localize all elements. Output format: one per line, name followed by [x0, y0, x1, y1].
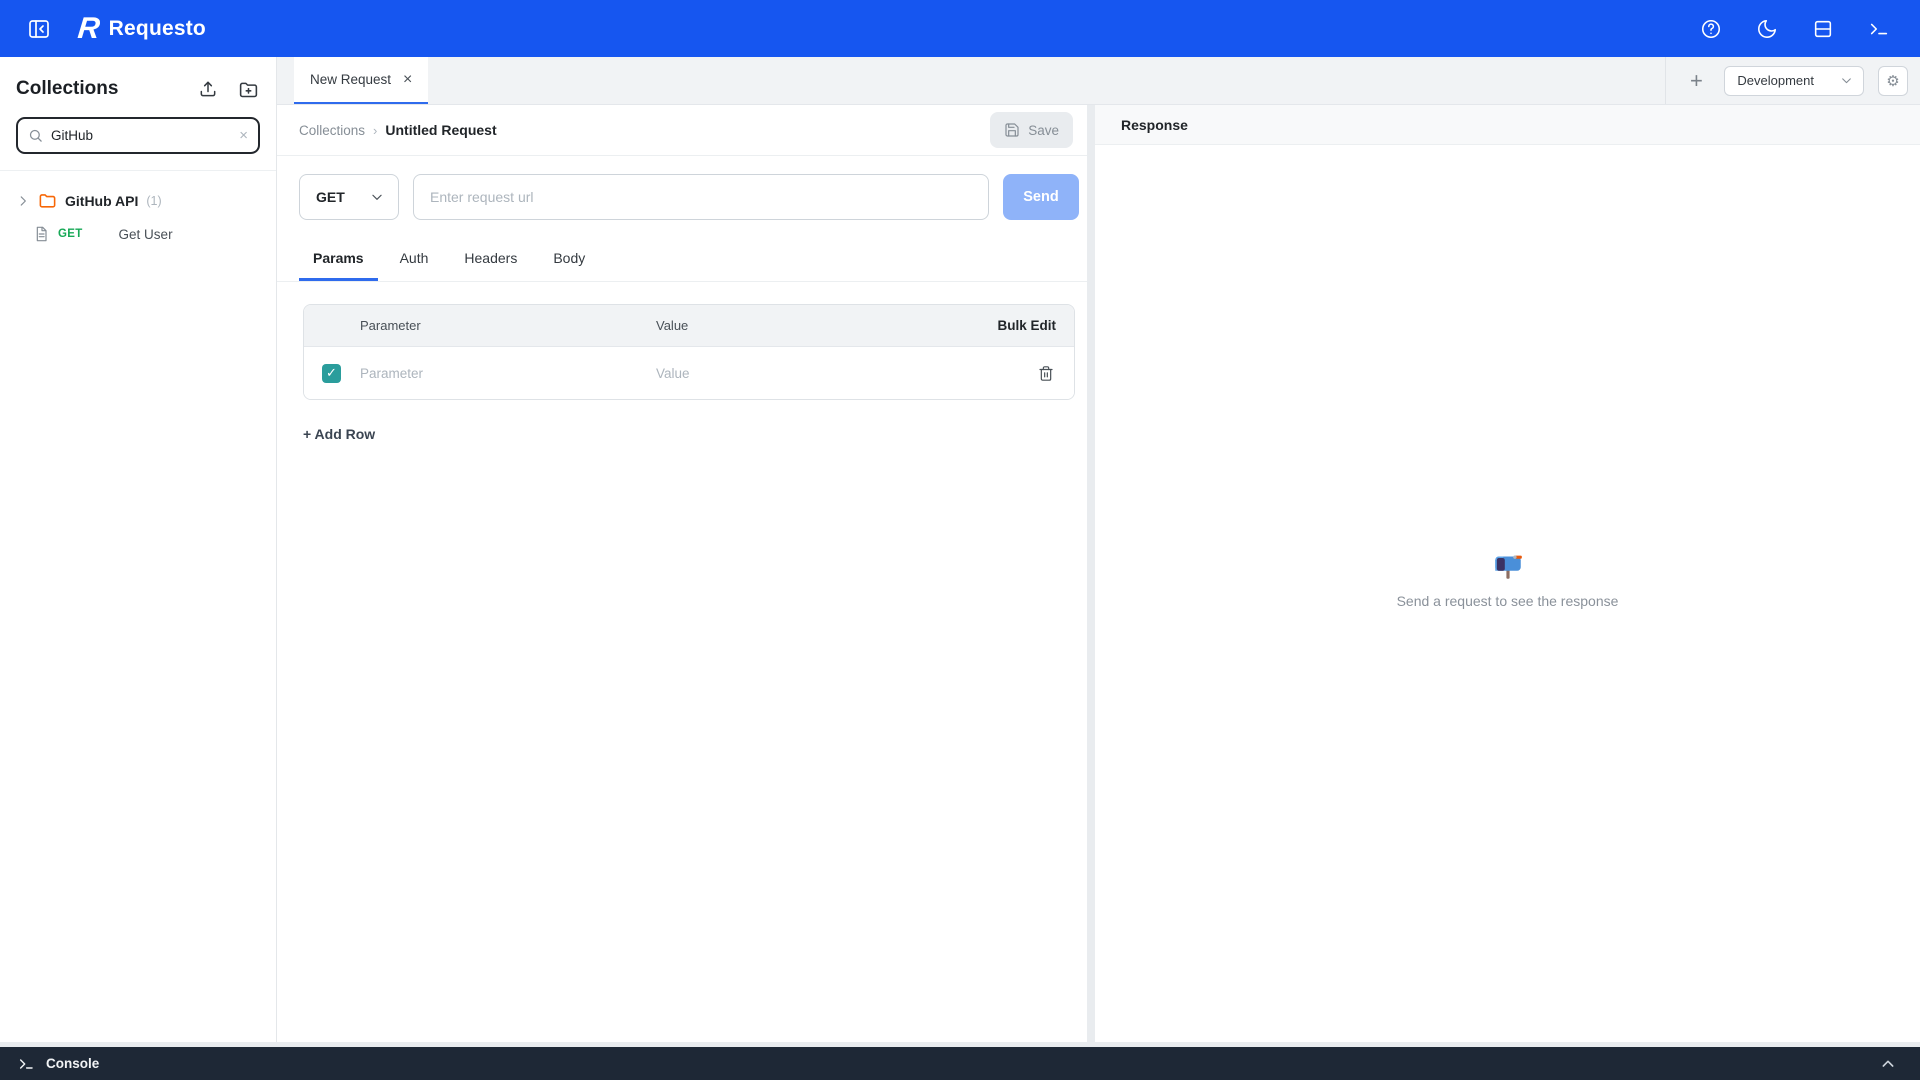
tab-auth[interactable]: Auth	[386, 238, 443, 281]
import-icon[interactable]	[196, 77, 220, 101]
method-select[interactable]: GET	[299, 174, 399, 220]
collection-search-box: ×	[16, 117, 260, 154]
tab-params[interactable]: Params	[299, 238, 378, 281]
collections-sidebar: Collections	[0, 57, 277, 1042]
chevron-right-icon	[16, 194, 30, 208]
breadcrumb-separator: ›	[373, 123, 377, 138]
mailbox-icon	[1491, 549, 1525, 583]
params-table: Parameter Value Bulk Edit ✓	[303, 304, 1075, 400]
folder-count: (1)	[146, 194, 161, 208]
new-collection-icon[interactable]	[236, 77, 260, 101]
chevron-down-icon	[370, 190, 384, 204]
response-empty-text: Send a request to see the response	[1397, 593, 1619, 609]
tree-request-get-user[interactable]: GET Get User	[16, 218, 260, 250]
param-row: ✓	[304, 347, 1074, 399]
request-method-badge: GET	[58, 228, 83, 240]
split-layout-icon[interactable]	[1806, 12, 1840, 46]
response-panel: Response	[1095, 105, 1920, 1042]
topbar-actions	[1694, 12, 1896, 46]
request-name: Get User	[119, 227, 173, 242]
help-icon[interactable]	[1694, 12, 1728, 46]
clear-search-icon[interactable]: ×	[239, 128, 248, 143]
breadcrumb-collections[interactable]: Collections	[299, 123, 365, 138]
add-row-button[interactable]: + Add Row	[303, 426, 375, 442]
breadcrumb: Collections › Untitled Request	[299, 122, 497, 138]
request-section-tabs: Params Auth Headers Body	[277, 238, 1087, 282]
app-title: Requesto	[109, 17, 206, 41]
close-tab-icon[interactable]: ×	[403, 72, 412, 88]
breadcrumb-row: Collections › Untitled Request	[277, 105, 1087, 156]
response-header: Response	[1095, 105, 1920, 145]
save-label: Save	[1028, 123, 1059, 138]
response-empty-state: Send a request to see the response	[1095, 145, 1920, 1042]
method-value: GET	[316, 189, 345, 205]
collections-title: Collections	[16, 78, 118, 100]
save-icon	[1004, 122, 1020, 138]
file-icon	[34, 226, 50, 242]
environment-select[interactable]: Development	[1724, 66, 1864, 96]
terminal-icon[interactable]	[1862, 12, 1896, 46]
environment-value: Development	[1737, 73, 1814, 88]
search-icon	[28, 128, 43, 143]
console-bar[interactable]: Console	[0, 1047, 1920, 1080]
save-button[interactable]: Save	[990, 112, 1073, 148]
workspace: New Request × + Development	[277, 57, 1920, 1042]
column-value: Value	[656, 318, 978, 333]
tabbar-controls: + Development ⚙	[1665, 57, 1920, 104]
new-tab-button[interactable]: +	[1682, 67, 1710, 95]
app-window: R Requesto	[0, 0, 1920, 1080]
top-bar: R Requesto	[0, 0, 1920, 57]
collections-tree: GitHub API (1) GET Get User	[16, 171, 260, 250]
folder-icon	[38, 191, 57, 210]
param-enabled-checkbox[interactable]: ✓	[322, 364, 341, 383]
url-input[interactable]	[413, 174, 989, 220]
chevron-down-icon	[1840, 74, 1853, 87]
tree-folder-github-api[interactable]: GitHub API (1)	[16, 183, 260, 218]
console-label: Console	[46, 1056, 99, 1071]
tab-new-request[interactable]: New Request ×	[294, 57, 428, 104]
params-table-header: Parameter Value Bulk Edit	[304, 305, 1074, 347]
breadcrumb-current: Untitled Request	[385, 122, 496, 138]
column-parameter: Parameter	[360, 318, 656, 333]
tab-headers[interactable]: Headers	[450, 238, 531, 281]
delete-row-icon[interactable]	[978, 365, 1074, 382]
request-tab-bar: New Request × + Development	[277, 57, 1920, 105]
environment-settings-button[interactable]: ⚙	[1878, 66, 1908, 96]
search-input[interactable]	[51, 128, 231, 143]
bulk-edit-button[interactable]: Bulk Edit	[978, 318, 1074, 333]
dark-mode-icon[interactable]	[1750, 12, 1784, 46]
response-title: Response	[1121, 117, 1188, 133]
tab-body[interactable]: Body	[539, 238, 599, 281]
sidebar-collapse-icon[interactable]	[24, 14, 54, 44]
send-button[interactable]: Send	[1003, 174, 1079, 220]
app-logo: R Requesto	[78, 12, 206, 46]
folder-name: GitHub API	[65, 193, 138, 209]
tab-label: New Request	[310, 72, 391, 87]
gear-icon: ⚙	[1886, 72, 1899, 90]
console-terminal-icon	[18, 1056, 34, 1072]
url-row: GET Send	[277, 156, 1087, 238]
logo-r-icon: R	[76, 12, 100, 46]
param-value-input[interactable]	[656, 366, 946, 381]
chevron-up-icon[interactable]	[1880, 1056, 1902, 1072]
param-key-input[interactable]	[360, 366, 626, 381]
request-panel: Collections › Untitled Request	[277, 105, 1087, 1042]
